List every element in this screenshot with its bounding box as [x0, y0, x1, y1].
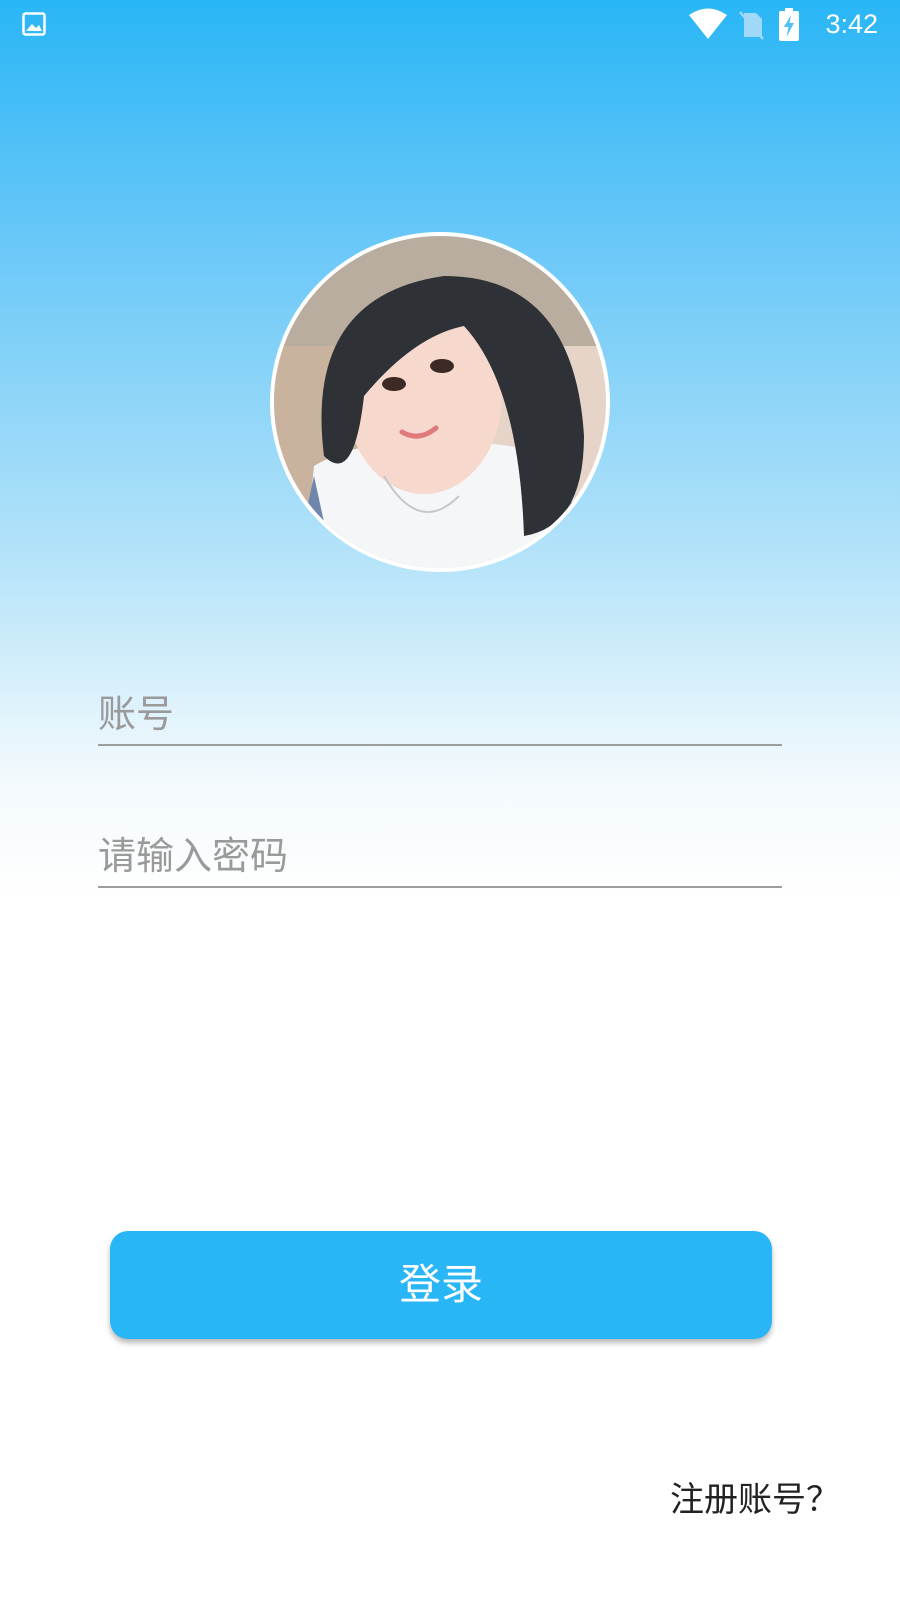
gallery-icon	[22, 12, 46, 36]
register-link[interactable]: 注册账号？	[640, 1476, 840, 1524]
wifi-icon	[689, 8, 727, 39]
password-input[interactable]	[98, 826, 782, 886]
battery-charging-icon	[779, 8, 799, 41]
login-button[interactable]: 登录	[110, 1231, 772, 1339]
status-time: 3:42	[825, 9, 878, 39]
account-field[interactable]	[98, 684, 782, 746]
avatar-photo	[274, 236, 606, 568]
no-sim-icon	[739, 11, 764, 40]
account-input[interactable]	[98, 684, 782, 744]
status-bar: 3:42	[0, 0, 900, 50]
password-field[interactable]	[98, 826, 782, 888]
avatar[interactable]	[270, 232, 610, 572]
